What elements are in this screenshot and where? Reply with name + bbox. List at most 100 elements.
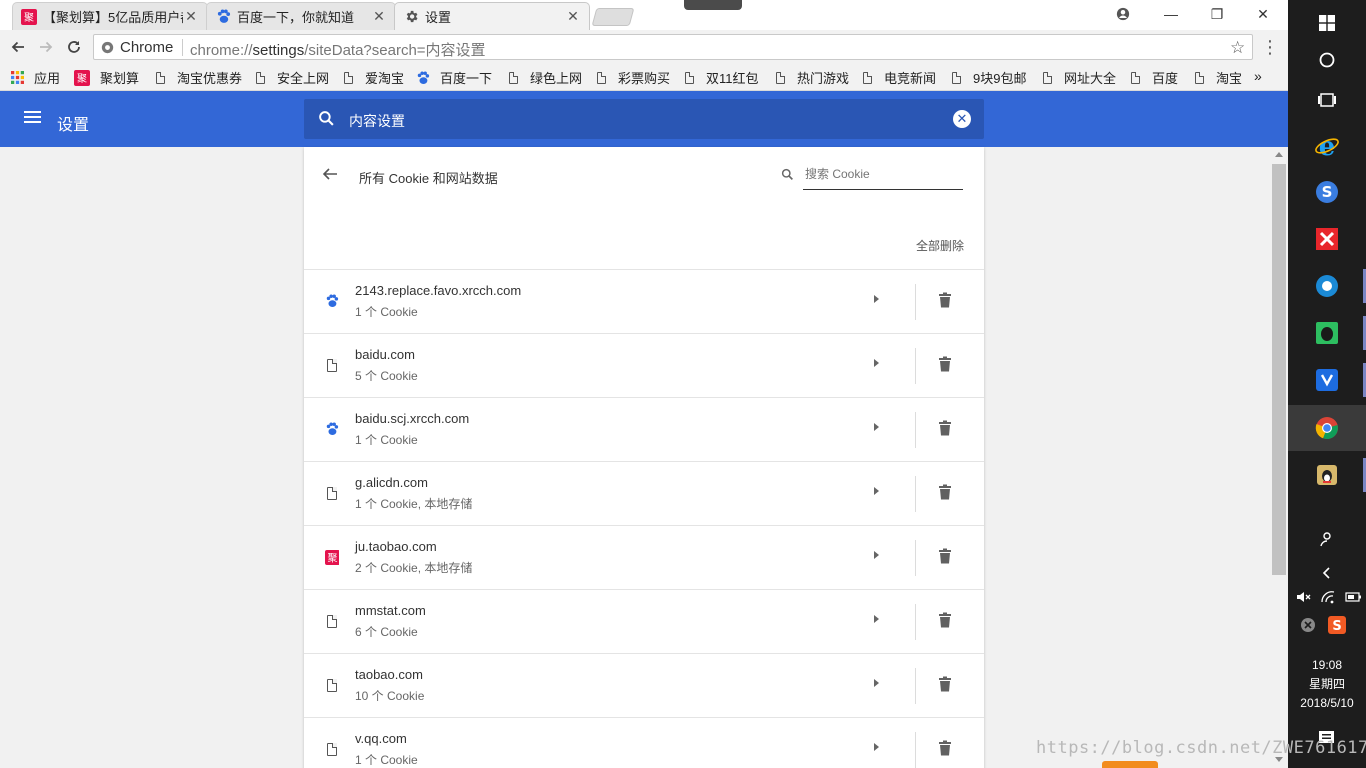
site-row[interactable]: v.qq.com 1 个 Cookie	[304, 717, 984, 768]
bookmark-taobao[interactable]: 淘宝	[1192, 68, 1242, 87]
bookmark-9-9[interactable]: 9块9包邮	[949, 68, 1026, 87]
evernote-icon[interactable]	[1288, 310, 1366, 356]
tab-close-icon[interactable]: ✕	[565, 8, 581, 25]
forward-button[interactable]	[34, 35, 58, 59]
delete-trash-icon[interactable]	[938, 548, 952, 567]
page-icon	[1040, 70, 1054, 85]
delete-trash-icon[interactable]	[938, 484, 952, 503]
minimize-button[interactable]: —	[1148, 0, 1194, 28]
sogou-browser-icon[interactable]: S	[1288, 169, 1366, 215]
back-button[interactable]	[6, 35, 30, 59]
delete-trash-icon[interactable]	[938, 676, 952, 695]
remove-all-button[interactable]: 全部删除	[916, 237, 964, 254]
battery-icon[interactable]	[1344, 590, 1362, 607]
delete-trash-icon[interactable]	[938, 612, 952, 631]
site-row[interactable]: mmstat.com 6 个 Cookie	[304, 589, 984, 653]
delete-trash-icon[interactable]	[938, 740, 952, 759]
bookmark-taobao-coupon[interactable]: 淘宝优惠券	[153, 68, 242, 87]
bookmark-safe-browse[interactable]: 安全上网	[253, 68, 329, 87]
scrollbar-thumb[interactable]	[1272, 164, 1286, 575]
expand-arrow-icon[interactable]	[874, 743, 879, 751]
bookmarks-overflow-button[interactable]: »	[1254, 68, 1262, 84]
task-view-icon[interactable]	[1288, 77, 1366, 123]
restore-button[interactable]: ❐	[1194, 0, 1240, 28]
tab-close-icon[interactable]: ✕	[371, 8, 387, 25]
system-clock[interactable]: 19:08 星期四 2018/5/10	[1288, 656, 1366, 713]
expand-arrow-icon[interactable]	[874, 487, 879, 495]
bookmark-hot-games[interactable]: 热门游戏	[773, 68, 849, 87]
settings-search[interactable]: 内容设置 ✕	[304, 99, 984, 139]
delete-trash-icon[interactable]	[938, 420, 952, 439]
expand-arrow-icon[interactable]	[874, 551, 879, 559]
chrome-menu-icon[interactable]: ⋮	[1258, 35, 1282, 59]
expand-arrow-icon[interactable]	[874, 615, 879, 623]
expand-arrow-icon[interactable]	[874, 423, 879, 431]
bookmark-esports[interactable]: 电竞新闻	[860, 68, 936, 87]
scroll-up-arrow-icon[interactable]	[1275, 152, 1283, 157]
xmind-icon[interactable]	[1288, 216, 1366, 262]
site-data-card: 所有 Cookie 和网站数据 全部删除 2143.replace.favo.x…	[304, 147, 984, 768]
delete-trash-icon[interactable]	[938, 292, 952, 311]
volume-muted-icon[interactable]	[1296, 590, 1312, 607]
bookmark-url-directory[interactable]: 网址大全	[1040, 68, 1116, 87]
svg-text:S: S	[1322, 183, 1333, 201]
internet-explorer-icon[interactable]: e	[1288, 123, 1366, 169]
row-divider	[915, 476, 916, 512]
site-row[interactable]: taobao.com 10 个 Cookie	[304, 653, 984, 717]
back-arrow-icon[interactable]	[322, 165, 338, 188]
bookmark-juhuasuan[interactable]: 聚 聚划算	[74, 68, 139, 87]
tab-juhuasuan[interactable]: 聚 【聚划算】5亿品质用户都 ✕	[12, 2, 208, 30]
bookmark-lottery[interactable]: 彩票购买	[594, 68, 670, 87]
search-input[interactable]: 内容设置	[349, 111, 405, 131]
juhuasuan-icon: 聚	[74, 69, 90, 86]
expand-arrow-icon[interactable]	[874, 359, 879, 367]
site-cookie-info: 10 个 Cookie	[355, 689, 425, 703]
site-row[interactable]: 聚 ju.taobao.com 2 个 Cookie, 本地存储	[304, 525, 984, 589]
expand-arrow-icon[interactable]	[874, 295, 879, 303]
address-bar[interactable]: Chrome chrome://settings/siteData?search…	[93, 34, 1253, 60]
bookmark-star-icon[interactable]: ☆	[1230, 38, 1245, 58]
bookmark-double11[interactable]: 双11红包	[682, 68, 759, 87]
expand-arrow-icon[interactable]	[874, 679, 879, 687]
tray-close-icon[interactable]	[1300, 617, 1316, 636]
sogou-input-icon[interactable]: S	[1328, 616, 1346, 637]
tab-close-icon[interactable]: ✕	[183, 8, 199, 25]
browser-toolbar: Chrome chrome://settings/siteData?search…	[0, 30, 1288, 64]
bookmark-baidu-search[interactable]: 百度一下	[416, 68, 492, 87]
clear-search-icon[interactable]: ✕	[953, 110, 971, 128]
page-scrollbar[interactable]	[1272, 147, 1288, 768]
bookmark-baidu[interactable]: 百度	[1128, 68, 1178, 87]
chrome-icon[interactable]	[1288, 405, 1366, 451]
hamburger-menu-icon[interactable]	[24, 109, 42, 129]
chrome-page-icon	[101, 41, 114, 57]
bookmarks-bar: 应用 聚 聚划算 淘宝优惠券 安全上网 爱淘宝 百度一下 绿色上网 彩票购买 双…	[0, 64, 1288, 91]
site-row[interactable]: g.alicdn.com 1 个 Cookie, 本地存储	[304, 461, 984, 525]
new-tab-button[interactable]	[591, 8, 635, 26]
search-icon	[781, 168, 794, 184]
site-name: taobao.com	[355, 667, 423, 682]
row-divider	[915, 668, 916, 704]
reload-button[interactable]	[62, 35, 86, 59]
bookmark-label: 9块9包邮	[973, 71, 1027, 86]
juhuasuan-icon: 聚	[325, 549, 339, 565]
delete-trash-icon[interactable]	[938, 356, 952, 375]
site-row[interactable]: 2143.replace.favo.xrcch.com 1 个 Cookie	[304, 269, 984, 333]
bookmark-label: 热门游戏	[797, 71, 850, 86]
tab-baidu[interactable]: 百度一下，你就知道 ✕	[206, 2, 396, 30]
qq-icon[interactable]	[1288, 452, 1366, 498]
cookie-search-input[interactable]	[803, 166, 967, 182]
tab-settings[interactable]: 设置 ✕	[394, 2, 590, 30]
bookmark-apps[interactable]: 应用	[10, 68, 60, 87]
clock-date: 2018/5/10	[1300, 696, 1354, 710]
close-window-button[interactable]: ✕	[1240, 0, 1286, 28]
site-row[interactable]: baidu.scj.xrcch.com 1 个 Cookie	[304, 397, 984, 461]
bookmark-ai-taobao[interactable]: 爱淘宝	[341, 68, 404, 87]
edge-icon[interactable]	[1288, 263, 1366, 309]
bookmark-green-browse[interactable]: 绿色上网	[506, 68, 582, 87]
site-cookie-info: 2 个 Cookie, 本地存储	[355, 561, 473, 575]
page-icon	[325, 614, 339, 628]
shield-icon[interactable]	[1288, 357, 1366, 403]
wifi-icon[interactable]	[1320, 590, 1336, 607]
profile-icon[interactable]	[1100, 0, 1146, 28]
site-row[interactable]: baidu.com 5 个 Cookie	[304, 333, 984, 397]
